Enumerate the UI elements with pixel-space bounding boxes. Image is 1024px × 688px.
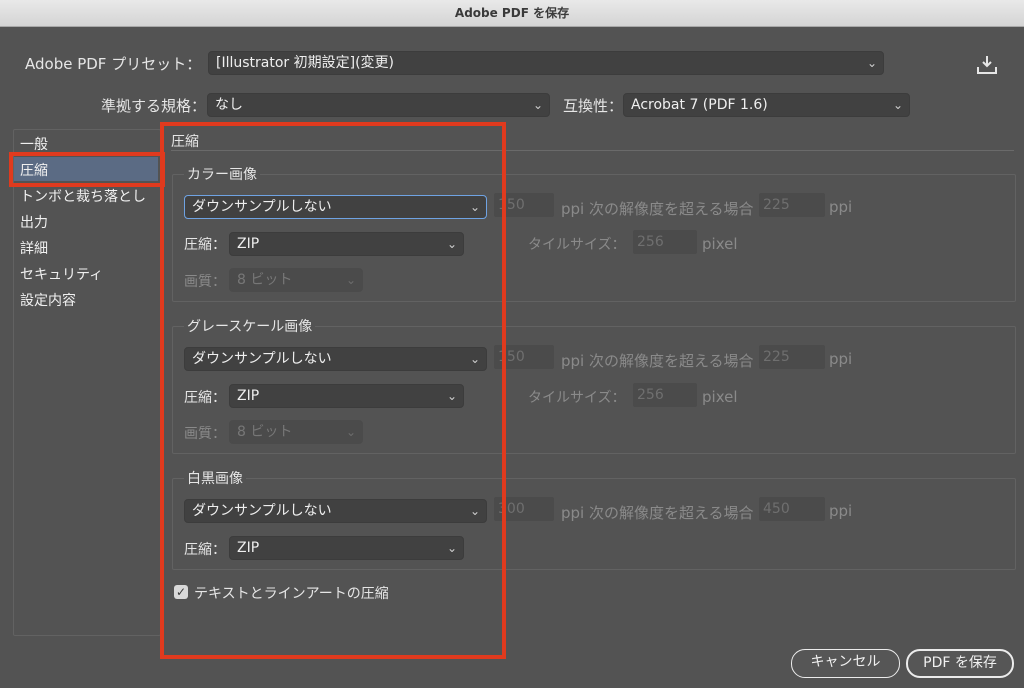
download-icon[interactable] bbox=[976, 55, 998, 75]
standard-select[interactable]: なし ⌄ bbox=[207, 93, 550, 117]
compat-value: Acrobat 7 (PDF 1.6) bbox=[631, 97, 768, 113]
cancel-button[interactable]: キャンセル bbox=[791, 649, 900, 678]
gray-tile-unit: pixel bbox=[702, 388, 738, 406]
sidebar-item-security[interactable]: セキュリティ bbox=[20, 264, 103, 284]
preset-label: Adobe PDF プリセット： bbox=[25, 55, 202, 73]
sidebar-item-marks-bleeds[interactable]: トンボと裁ち落とし bbox=[20, 186, 146, 206]
compat-label: 互換性： bbox=[563, 97, 624, 115]
color-ppi-unit: ppi bbox=[829, 198, 853, 216]
sidebar-item-summary[interactable]: 設定内容 bbox=[20, 290, 76, 310]
gray-tile-label: タイルサイズ： bbox=[528, 390, 626, 406]
sidebar-item-output[interactable]: 出力 bbox=[20, 212, 48, 232]
mono-above-field[interactable]: 450 bbox=[759, 497, 825, 521]
sidebar-item-advanced[interactable]: 詳細 bbox=[20, 238, 48, 258]
save-pdf-button[interactable]: PDF を保存 bbox=[906, 649, 1014, 678]
color-tile-unit: pixel bbox=[702, 235, 738, 253]
color-ppi-text: ppi 次の解像度を超える場合 bbox=[561, 200, 754, 218]
standard-value: なし bbox=[215, 97, 243, 113]
gray-ppi-unit: ppi bbox=[829, 350, 853, 368]
highlight-sidebar bbox=[9, 152, 165, 187]
window-title: Adobe PDF を保存 bbox=[0, 0, 1024, 27]
color-above-field[interactable]: 225 bbox=[759, 193, 825, 217]
preset-value: [Illustrator 初期設定](変更) bbox=[216, 55, 395, 71]
standard-label: 準拠する規格： bbox=[101, 97, 207, 115]
chevron-down-icon: ⌄ bbox=[866, 56, 877, 70]
chevron-down-icon: ⌄ bbox=[532, 98, 543, 112]
mono-ppi-unit: ppi bbox=[829, 502, 853, 520]
color-tile-label: タイルサイズ： bbox=[528, 237, 626, 253]
gray-ppi-text: ppi 次の解像度を超える場合 bbox=[561, 352, 754, 370]
compat-select[interactable]: Acrobat 7 (PDF 1.6) ⌄ bbox=[623, 93, 910, 117]
gray-above-field[interactable]: 225 bbox=[759, 345, 825, 369]
gray-tile-field[interactable]: 256 bbox=[633, 383, 697, 407]
sidebar-item-general[interactable]: 一般 bbox=[20, 134, 48, 154]
chevron-down-icon: ⌄ bbox=[892, 98, 903, 112]
highlight-compression-panel bbox=[160, 122, 506, 659]
color-tile-field[interactable]: 256 bbox=[633, 230, 697, 254]
mono-ppi-text: ppi 次の解像度を超える場合 bbox=[561, 504, 754, 522]
preset-select[interactable]: [Illustrator 初期設定](変更) ⌄ bbox=[208, 51, 884, 75]
